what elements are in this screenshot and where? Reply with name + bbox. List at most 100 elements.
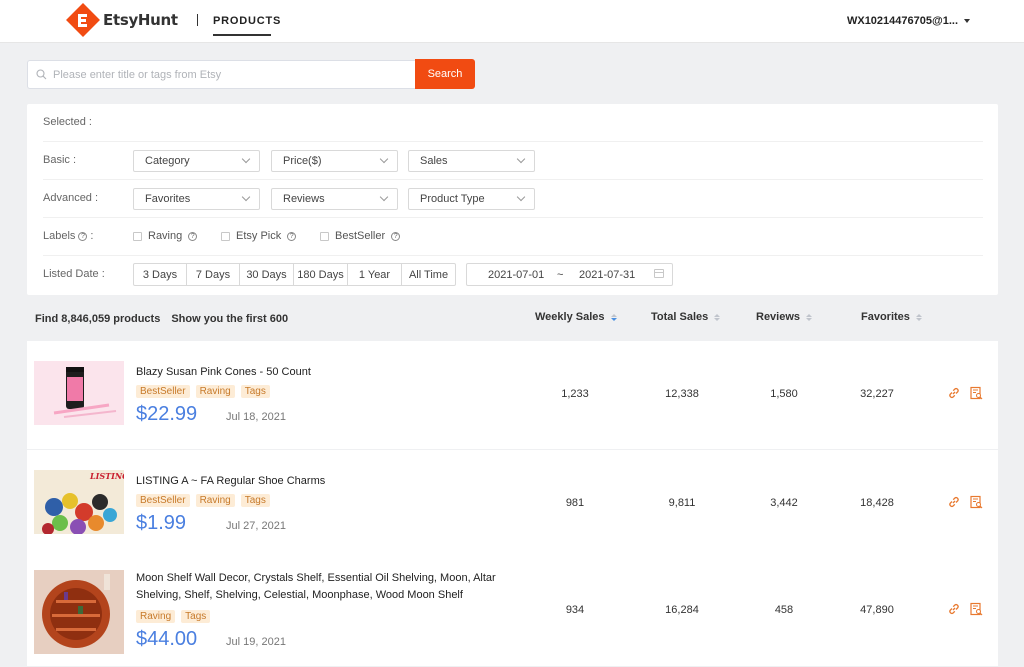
date-preset-30-days[interactable]: 30 Days xyxy=(240,264,294,285)
date-preset-3-days[interactable]: 3 Days xyxy=(134,264,187,285)
caret-down-icon xyxy=(964,19,970,23)
product-row[interactable]: Moon Shelf Wall Decor, Crystals Shelf, E… xyxy=(27,558,998,666)
tag-raving: Raving xyxy=(195,385,235,398)
help-icon[interactable]: ? xyxy=(188,231,198,241)
logo-text: EtsyHunt xyxy=(103,11,178,29)
tag-tags[interactable]: Tags xyxy=(240,494,270,507)
tag-tags[interactable]: Tags xyxy=(240,385,270,398)
sort-icon[interactable] xyxy=(806,313,813,321)
nav-products-tab[interactable]: PRODUCTS xyxy=(213,15,281,27)
link-icon[interactable] xyxy=(947,602,961,616)
product-title[interactable]: Moon Shelf Wall Decor, Crystals Shelf, E… xyxy=(136,570,526,604)
total-sales-value: 16,284 xyxy=(665,604,699,616)
analysis-icon[interactable] xyxy=(969,495,983,509)
basic-label: Basic : xyxy=(43,154,77,166)
date-start[interactable]: 2021-07-01 xyxy=(488,269,544,281)
bestseller-checkbox[interactable]: BestSeller ? xyxy=(320,230,401,242)
reviews-value: 1,580 xyxy=(770,388,798,400)
product-row[interactable]: LISTING A-FA LISTING A ~ FA Regular Shoe… xyxy=(27,450,998,558)
product-thumbnail[interactable] xyxy=(34,570,124,654)
filter-row-advanced: Advanced : Favorites Reviews Product Typ… xyxy=(43,180,983,218)
reviews-value: 3,442 xyxy=(770,497,798,509)
help-icon[interactable]: ? xyxy=(287,231,297,241)
analysis-icon[interactable] xyxy=(969,602,983,616)
chevron-down-icon xyxy=(516,154,526,164)
advanced-label: Advanced : xyxy=(43,192,99,204)
filter-row-basic: Basic : Category Price($) Sales xyxy=(43,142,983,180)
favorites-dropdown[interactable]: Favorites xyxy=(133,188,260,210)
product-title[interactable]: Blazy Susan Pink Cones - 50 Count xyxy=(136,364,526,381)
logo[interactable]: EtsyHunt xyxy=(66,3,178,37)
chevron-down-icon xyxy=(379,192,389,202)
account-menu[interactable]: WX10214476705@1... xyxy=(847,15,970,27)
date-preset-all-time[interactable]: All Time xyxy=(402,264,455,285)
etsy-pick-checkbox[interactable]: Etsy Pick ? xyxy=(221,230,297,242)
tag-raving: Raving xyxy=(195,494,235,507)
favorites-value: 47,890 xyxy=(860,604,894,616)
date-preset-7-days[interactable]: 7 Days xyxy=(187,264,240,285)
tag-raving: Raving xyxy=(136,610,176,623)
checkbox-box[interactable] xyxy=(320,231,329,241)
tag-tags[interactable]: Tags xyxy=(181,610,211,623)
favorites-value: 32,227 xyxy=(860,388,894,400)
link-icon[interactable] xyxy=(947,386,961,400)
favorites-value: 18,428 xyxy=(860,497,894,509)
date-preset-group: 3 Days 7 Days 30 Days 180 Days 1 Year Al… xyxy=(133,263,456,286)
chevron-down-icon xyxy=(379,154,389,164)
date-preset-1-year[interactable]: 1 Year xyxy=(348,264,402,285)
results-count: Find 8,846,059 products xyxy=(35,313,161,325)
product-price: $1.99 xyxy=(136,512,187,534)
price-dropdown[interactable]: Price($) xyxy=(271,150,398,172)
listed-date-label: Listed Date : xyxy=(43,268,105,280)
search-box xyxy=(27,60,416,89)
product-tags: BestSeller Raving Tags xyxy=(136,494,270,507)
nav-divider xyxy=(197,14,198,26)
checkbox-box[interactable] xyxy=(133,231,142,241)
sort-icon[interactable] xyxy=(714,313,721,321)
reviews-value: 458 xyxy=(774,604,794,616)
product-title[interactable]: LISTING A ~ FA Regular Shoe Charms xyxy=(136,473,526,490)
weekly-sales-value: 981 xyxy=(565,497,585,509)
help-icon[interactable]: ? xyxy=(78,231,88,241)
search-button[interactable]: Search xyxy=(415,59,475,89)
filter-panel: Selected : Basic : Category Price($) Sal… xyxy=(27,104,998,295)
results-summary: Find 8,846,059 products Show you the firs… xyxy=(35,313,288,325)
column-weekly-sales[interactable]: Weekly Sales xyxy=(535,311,617,323)
sort-icon[interactable] xyxy=(915,313,922,321)
top-navigation-bar: EtsyHunt PRODUCTS WX10214476705@1... xyxy=(0,0,1024,43)
help-icon[interactable]: ? xyxy=(391,231,401,241)
filter-row-selected: Selected : xyxy=(43,104,983,142)
category-dropdown[interactable]: Category xyxy=(133,150,260,172)
product-type-dropdown[interactable]: Product Type xyxy=(408,188,535,210)
raving-checkbox[interactable]: Raving ? xyxy=(133,230,198,242)
date-range-picker[interactable]: 2021-07-01 ~ 2021-07-31 xyxy=(466,263,673,286)
checkbox-box[interactable] xyxy=(221,231,230,241)
link-icon[interactable] xyxy=(947,495,961,509)
analysis-icon[interactable] xyxy=(969,386,983,400)
column-favorites[interactable]: Favorites xyxy=(861,311,922,323)
tag-bestseller: BestSeller xyxy=(136,494,190,507)
results-showing: Show you the first 600 xyxy=(171,313,289,325)
date-end[interactable]: 2021-07-31 xyxy=(579,269,635,281)
chevron-down-icon xyxy=(241,192,251,202)
column-reviews[interactable]: Reviews xyxy=(756,311,813,323)
product-thumbnail[interactable] xyxy=(34,361,124,425)
search-input[interactable] xyxy=(53,68,393,81)
search-icon xyxy=(36,69,47,80)
sales-dropdown[interactable]: Sales xyxy=(408,150,535,172)
sort-icon[interactable] xyxy=(610,313,617,321)
row-actions xyxy=(947,386,983,400)
reviews-dropdown[interactable]: Reviews xyxy=(271,188,398,210)
product-row[interactable]: Blazy Susan Pink Cones - 50 Count BestSe… xyxy=(27,341,998,449)
product-thumbnail[interactable]: LISTING A-FA xyxy=(34,470,124,534)
total-sales-value: 9,811 xyxy=(668,497,696,509)
weekly-sales-value: 934 xyxy=(565,604,585,616)
date-preset-180-days[interactable]: 180 Days xyxy=(294,264,348,285)
column-total-sales[interactable]: Total Sales xyxy=(651,311,721,323)
product-tags: Raving Tags xyxy=(136,610,211,623)
account-name: WX10214476705@1... xyxy=(846,15,958,27)
row-actions xyxy=(947,495,983,509)
product-tags: BestSeller Raving Tags xyxy=(136,385,270,398)
thumbnail-caption: LISTING A-FA xyxy=(89,471,124,481)
product-date: Jul 19, 2021 xyxy=(226,636,286,648)
